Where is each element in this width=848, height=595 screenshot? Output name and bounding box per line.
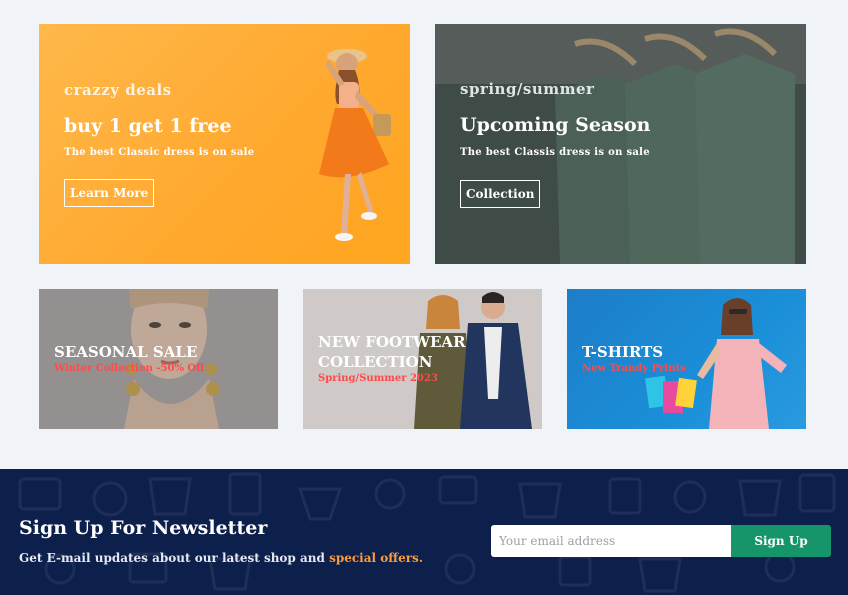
- newsletter-title: Sign Up For Newsletter: [19, 517, 268, 539]
- deals-subline: The best Classic dress is on sale: [64, 147, 255, 158]
- deals-banner[interactable]: crazzy deals buy 1 get 1 free The best C…: [39, 24, 410, 264]
- newsletter-text: Get E-mail updates about our latest shop…: [19, 551, 330, 565]
- season-subline: The best Classis dress is on sale: [460, 147, 650, 158]
- tshirts-subtitle: New Trandy Prints: [582, 363, 686, 374]
- footwear-banner[interactable]: NEW FOOTWEAR COLLECTION Spring/Summer 20…: [303, 289, 542, 429]
- woman-shopping-bags-image: [645, 298, 787, 429]
- collection-button[interactable]: Collection: [460, 180, 541, 208]
- seasonal-sale-banner[interactable]: SEASONAL SALE Winter Collection -50% Off: [39, 289, 278, 429]
- tshirts-title: T-SHIRTS: [582, 343, 664, 361]
- woman-orange-dress-image: [319, 49, 391, 241]
- season-headline: Upcoming Season: [460, 114, 651, 136]
- deals-headline: buy 1 get 1 free: [64, 115, 232, 137]
- newsletter-text-period: .: [418, 551, 423, 565]
- seasonal-sale-subtitle: Winter Collection -50% Off: [54, 363, 205, 374]
- newsletter-section: Sign Up For Newsletter Get E-mail update…: [0, 469, 848, 595]
- footwear-subtitle: Spring/Summer 2023: [318, 373, 438, 384]
- newsletter-description: Get E-mail updates about our latest shop…: [19, 551, 423, 565]
- tshirts-banner[interactable]: T-SHIRTS New Trandy Prints: [567, 289, 806, 429]
- learn-more-button[interactable]: Learn More: [64, 179, 155, 207]
- season-banner[interactable]: spring/summer Upcoming Season The best C…: [435, 24, 806, 264]
- sign-up-button[interactable]: Sign Up: [731, 525, 831, 557]
- footwear-title: NEW FOOTWEAR COLLECTION: [318, 333, 466, 371]
- seasonal-sale-title: SEASONAL SALE: [54, 343, 198, 361]
- season-eyebrow: spring/summer: [460, 80, 595, 98]
- special-offers-link[interactable]: special offers: [329, 551, 419, 565]
- tshirts-on-hangers-image: [435, 24, 806, 264]
- email-input[interactable]: [491, 525, 731, 557]
- deals-eyebrow: crazzy deals: [64, 81, 172, 99]
